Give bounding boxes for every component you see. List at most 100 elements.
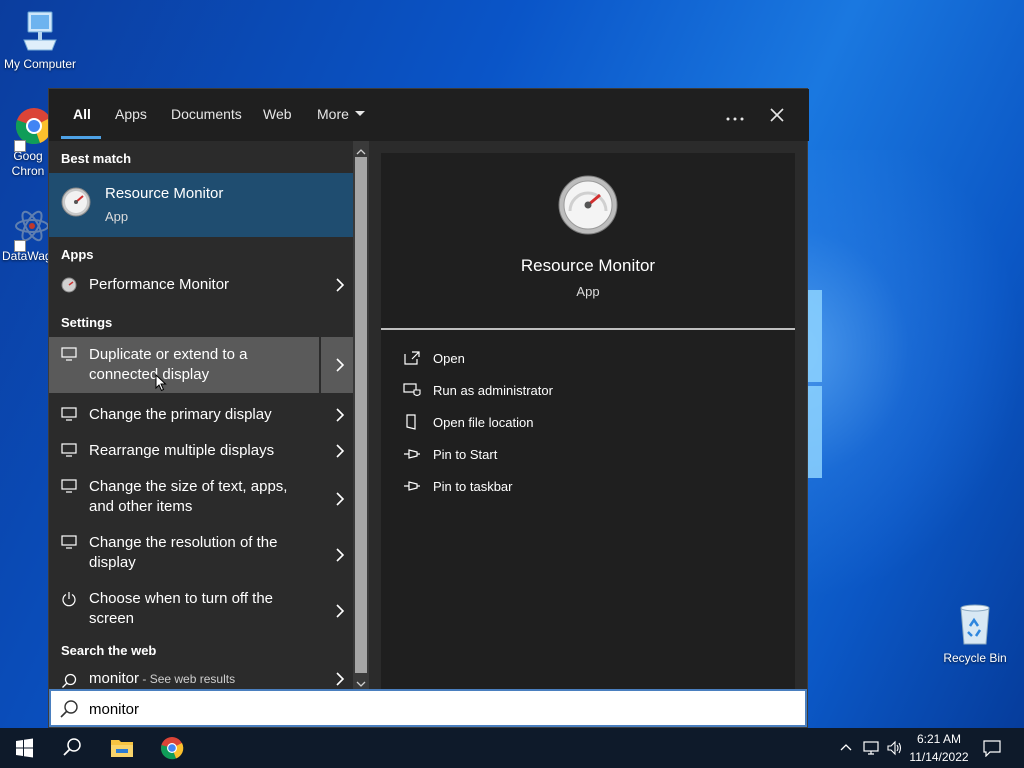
search-tabs-bar: All Apps Documents Web More <box>49 89 809 141</box>
tab-all[interactable]: All <box>73 106 91 122</box>
best-match-resource-monitor[interactable]: Resource Monitor App <box>49 173 353 237</box>
desktop-icon-datawag[interactable]: DataWag <box>0 206 52 263</box>
computer-icon <box>20 10 60 54</box>
tab-apps[interactable]: Apps <box>115 106 147 122</box>
search-box[interactable] <box>49 689 807 727</box>
settings-result-duplicate-display[interactable]: Duplicate or extend to a connected displ… <box>49 337 353 393</box>
best-match-name: Resource Monitor <box>105 185 224 202</box>
desktop-icon-my-computer[interactable]: My Computer <box>2 10 78 71</box>
performance-monitor-icon <box>61 277 77 293</box>
chevron-right-icon[interactable] <box>333 405 347 425</box>
chevron-right-icon[interactable] <box>333 441 347 461</box>
desktop-icon-recycle-bin[interactable]: Recycle Bin <box>940 602 1010 665</box>
resource-monitor-icon <box>61 187 91 217</box>
action-label: Open <box>433 351 465 366</box>
preview-card: Resource Monitor App Open Run as adminis… <box>381 153 795 689</box>
taskbar-search-button[interactable] <box>48 728 96 768</box>
settings-result-rearrange-displays[interactable]: Rearrange multiple displays <box>49 437 353 473</box>
settings-result-label: Rearrange multiple displays <box>89 442 275 459</box>
start-button[interactable] <box>0 728 48 768</box>
settings-result-label: Change the primary display <box>89 406 272 423</box>
chevron-right-icon[interactable] <box>333 489 347 509</box>
close-icon <box>770 108 784 122</box>
shield-icon <box>403 382 421 398</box>
chevron-right-icon[interactable] <box>333 355 347 375</box>
chevron-right-icon[interactable] <box>333 601 347 621</box>
close-button[interactable] <box>761 101 793 129</box>
action-label: Pin to Start <box>433 447 498 462</box>
display-icon <box>61 443 77 457</box>
notification-icon[interactable] <box>982 739 1002 758</box>
network-icon[interactable] <box>862 740 880 756</box>
tab-more[interactable]: More <box>317 106 365 122</box>
chevron-right-icon[interactable] <box>333 275 347 295</box>
search-icon <box>63 738 81 756</box>
label-line-1: Choose when to turn off the <box>89 590 274 607</box>
clock-date[interactable]: 11/14/2022 <box>906 750 972 764</box>
search-input[interactable] <box>89 697 769 721</box>
pin-icon <box>403 446 421 462</box>
label-line-1: Duplicate or extend to a <box>89 346 248 363</box>
search-icon <box>59 699 79 719</box>
app-result-label: Performance Monitor <box>89 276 230 293</box>
folder-icon <box>111 740 133 757</box>
label-line-2: and other items <box>89 498 193 515</box>
settings-result-label: Choose when to turn off the screen <box>89 589 317 629</box>
show-hidden-icons-chevron-icon[interactable] <box>838 740 854 756</box>
ellipsis-icon <box>726 117 744 121</box>
scroll-up-arrow-icon[interactable] <box>356 144 366 155</box>
display-icon <box>61 479 77 493</box>
label-line-2: display <box>89 554 136 571</box>
chevron-right-icon[interactable] <box>333 545 347 565</box>
active-tab-indicator <box>61 136 101 139</box>
action-label: Open file location <box>433 415 534 430</box>
web-result-suffix: - See web results <box>139 672 236 686</box>
shortcut-arrow-icon <box>14 140 26 152</box>
app-result-performance-monitor[interactable]: Performance Monitor <box>49 265 353 305</box>
tab-web[interactable]: Web <box>263 106 292 122</box>
more-options-button[interactable] <box>719 101 751 129</box>
power-icon <box>61 591 77 607</box>
preview-divider <box>381 328 795 330</box>
display-icon <box>61 407 77 421</box>
taskbar: 6:21 AM 11/14/2022 <box>0 728 1024 768</box>
preview-pane: Resource Monitor App Open Run as adminis… <box>369 141 807 689</box>
desktop-icon-label: Recycle Bin <box>943 651 1007 665</box>
start-search-panel: All Apps Documents Web More Best match R… <box>48 88 809 728</box>
mouse-cursor <box>155 373 167 392</box>
settings-result-text-size[interactable]: Change the size of text, apps, and other… <box>49 473 353 529</box>
section-header-search-web: Search the web <box>61 643 157 658</box>
volume-icon[interactable] <box>886 740 904 756</box>
desktop-icon-label: My Computer <box>3 57 77 71</box>
scroll-down-arrow-icon[interactable] <box>356 676 366 687</box>
settings-result-primary-display[interactable]: Change the primary display <box>49 401 353 437</box>
settings-result-label: Duplicate or extend to a connected displ… <box>89 345 317 385</box>
settings-result-resolution[interactable]: Change the resolution of the display <box>49 529 353 585</box>
tab-documents[interactable]: Documents <box>171 106 242 122</box>
web-result-label: monitor - See web results <box>89 669 317 689</box>
results-scrollbar[interactable] <box>353 141 369 689</box>
results-list: Best match Resource Monitor App Apps Per… <box>49 141 353 689</box>
settings-result-screen-off[interactable]: Choose when to turn off the screen <box>49 585 353 641</box>
recycle-bin-icon <box>955 602 995 648</box>
preview-type: App <box>576 284 600 299</box>
chevron-down-icon <box>354 111 365 116</box>
action-label: Pin to taskbar <box>433 479 513 494</box>
search-icon <box>61 673 77 688</box>
settings-result-label: Change the size of text, apps, and other… <box>89 477 317 517</box>
clock-time[interactable]: 6:21 AM <box>906 732 972 746</box>
label-line-1: Change the size of text, apps, <box>89 478 288 495</box>
best-match-type: App <box>105 209 129 224</box>
settings-result-label: Change the resolution of the display <box>89 533 317 573</box>
chevron-right-icon[interactable] <box>333 669 347 689</box>
wallpaper-logo <box>808 290 822 480</box>
scrollbar-thumb[interactable] <box>355 157 367 673</box>
section-header-apps: Apps <box>61 247 94 262</box>
desktop-icon-chrome[interactable]: Goog Chron <box>0 106 52 179</box>
section-header-settings: Settings <box>61 315 113 330</box>
open-icon <box>403 350 421 366</box>
windows-logo-icon <box>16 738 33 758</box>
taskbar-chrome[interactable] <box>148 728 196 768</box>
web-result-monitor[interactable]: monitor - See web results <box>49 663 353 689</box>
taskbar-file-explorer[interactable] <box>98 728 146 768</box>
